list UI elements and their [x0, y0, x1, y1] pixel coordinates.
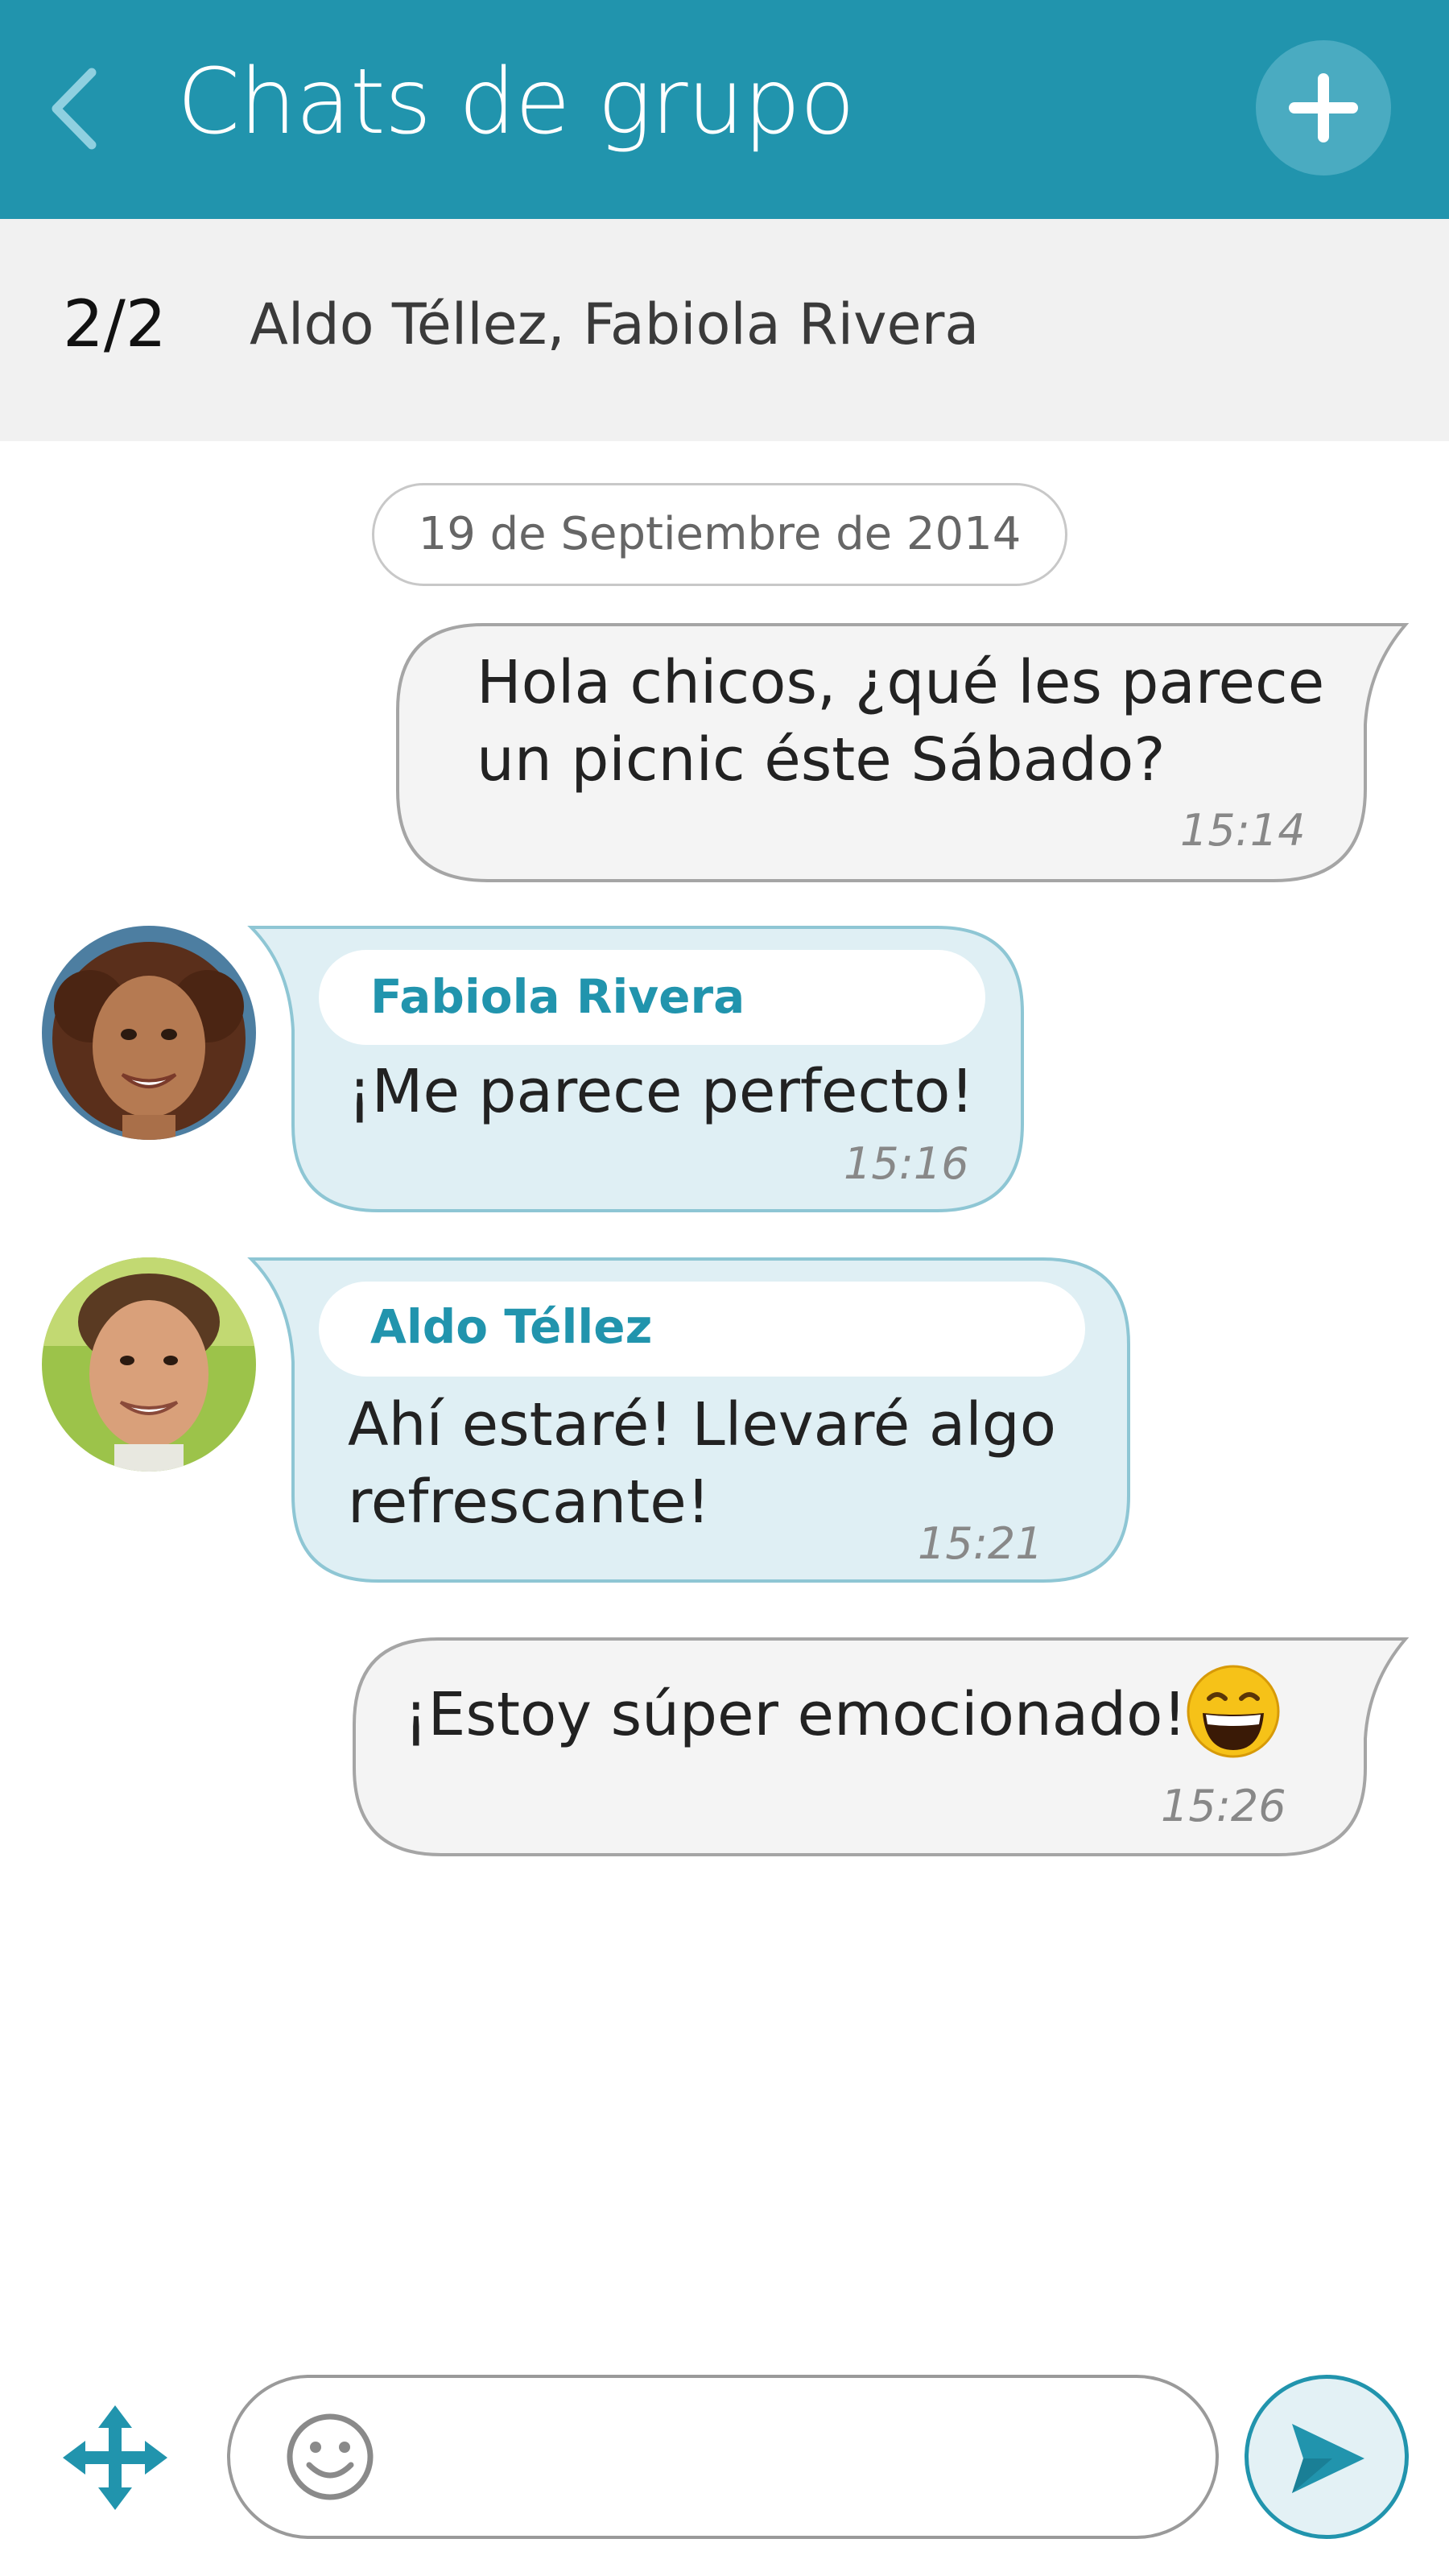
laughing-face-emoji — [1185, 1663, 1282, 1763]
message-text: Hola chicos, ¿qué les parece un picnic é… — [477, 644, 1324, 799]
message-text-line: Hola chicos, ¿qué les parece — [477, 648, 1325, 717]
sender-name: Fabiola Rivera — [370, 969, 745, 1024]
avatar-aldo[interactable] — [42, 1257, 256, 1472]
avatar-fabiola[interactable] — [42, 926, 256, 1140]
message-time: 15:21 — [918, 1518, 1043, 1569]
sender-name: Aldo Téllez — [370, 1299, 653, 1354]
message-input[interactable] — [227, 2375, 1219, 2539]
avatar-image — [42, 1257, 256, 1472]
message-text: ¡Me parece perfecto! — [348, 1057, 975, 1126]
message-text: ¡Estoy súper emocionado! — [404, 1680, 1187, 1749]
message-time: 15:16 — [844, 1138, 969, 1189]
avatar-image — [42, 926, 256, 1140]
message-time: 15:14 — [1180, 805, 1306, 856]
smiley-icon[interactable] — [283, 2410, 377, 2507]
move-arrows-icon[interactable] — [63, 2405, 167, 2513]
message-text-line: un picnic éste Sábado? — [477, 725, 1166, 795]
message-time: 15:26 — [1161, 1781, 1286, 1831]
send-icon — [1292, 2424, 1364, 2493]
send-button[interactable] — [1245, 2375, 1409, 2539]
message-text-line: Ahí estaré! Llevaré algo — [348, 1390, 1057, 1459]
